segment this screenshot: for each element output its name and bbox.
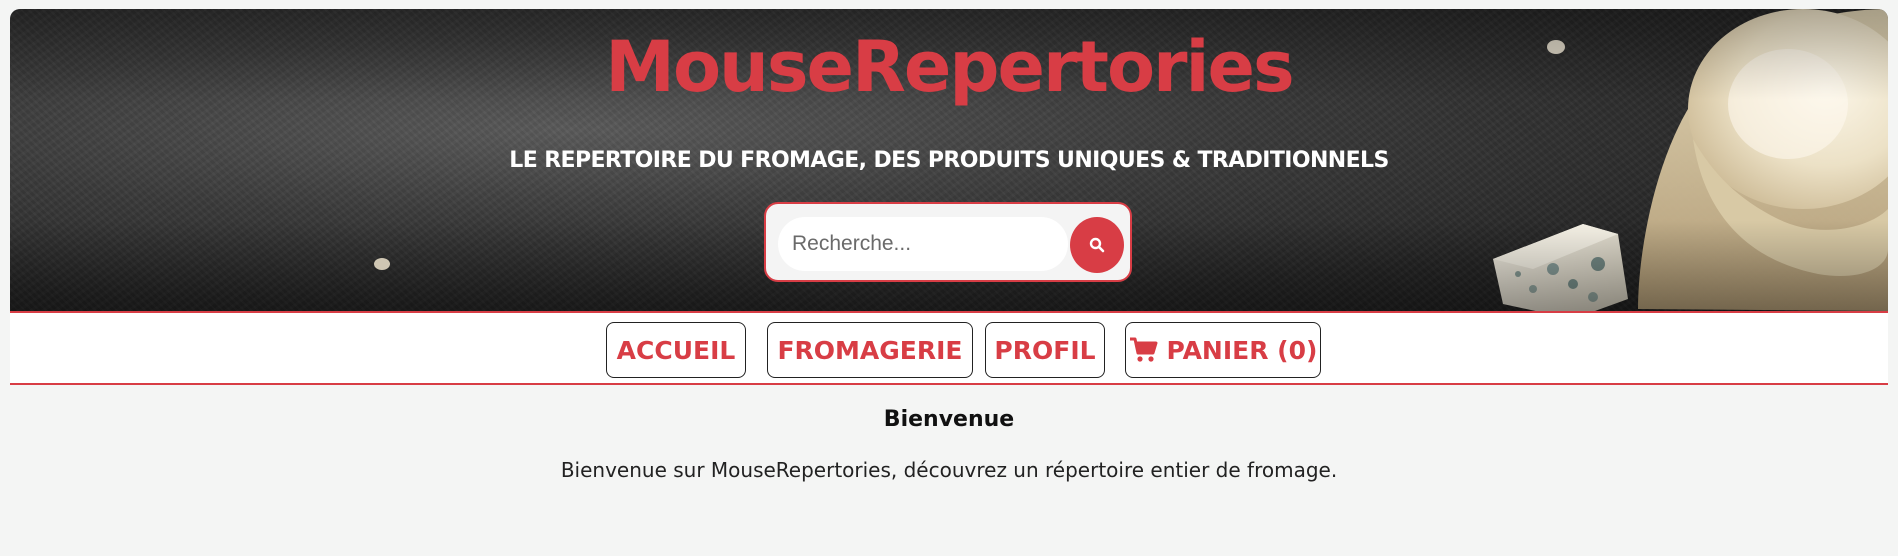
search-icon xyxy=(1089,237,1105,253)
nav-panier[interactable]: PANIER (0) xyxy=(1125,322,1321,378)
main-nav: ACCUEIL FROMAGERIE PROFIL PANIER (0) xyxy=(10,311,1888,385)
search-button[interactable] xyxy=(1070,217,1124,273)
nav-label: PANIER (0) xyxy=(1166,335,1318,365)
nav-fromagerie[interactable]: FROMAGERIE xyxy=(767,322,973,378)
welcome-text: Bienvenue sur MouseRepertories, découvre… xyxy=(560,458,1338,482)
nav-label: FROMAGERIE xyxy=(777,335,963,365)
cart-icon xyxy=(1129,337,1159,363)
nav-profil[interactable]: PROFIL xyxy=(985,322,1105,378)
page: MouseRepertories LE REPERTOIRE DU FROMAG… xyxy=(0,0,1898,556)
nav-accueil[interactable]: ACCUEIL xyxy=(606,322,746,378)
site-tagline: LE REPERTOIRE DU FROMAGE, DES PRODUITS U… xyxy=(509,148,1389,173)
search-form xyxy=(764,202,1132,282)
crumb-decoration xyxy=(374,258,390,270)
welcome-heading: Bienvenue xyxy=(883,407,1015,432)
search-input[interactable] xyxy=(778,217,1068,271)
site-title: MouseRepertories xyxy=(605,26,1294,108)
nav-label: PROFIL xyxy=(994,335,1096,365)
nav-label: ACCUEIL xyxy=(616,335,736,365)
